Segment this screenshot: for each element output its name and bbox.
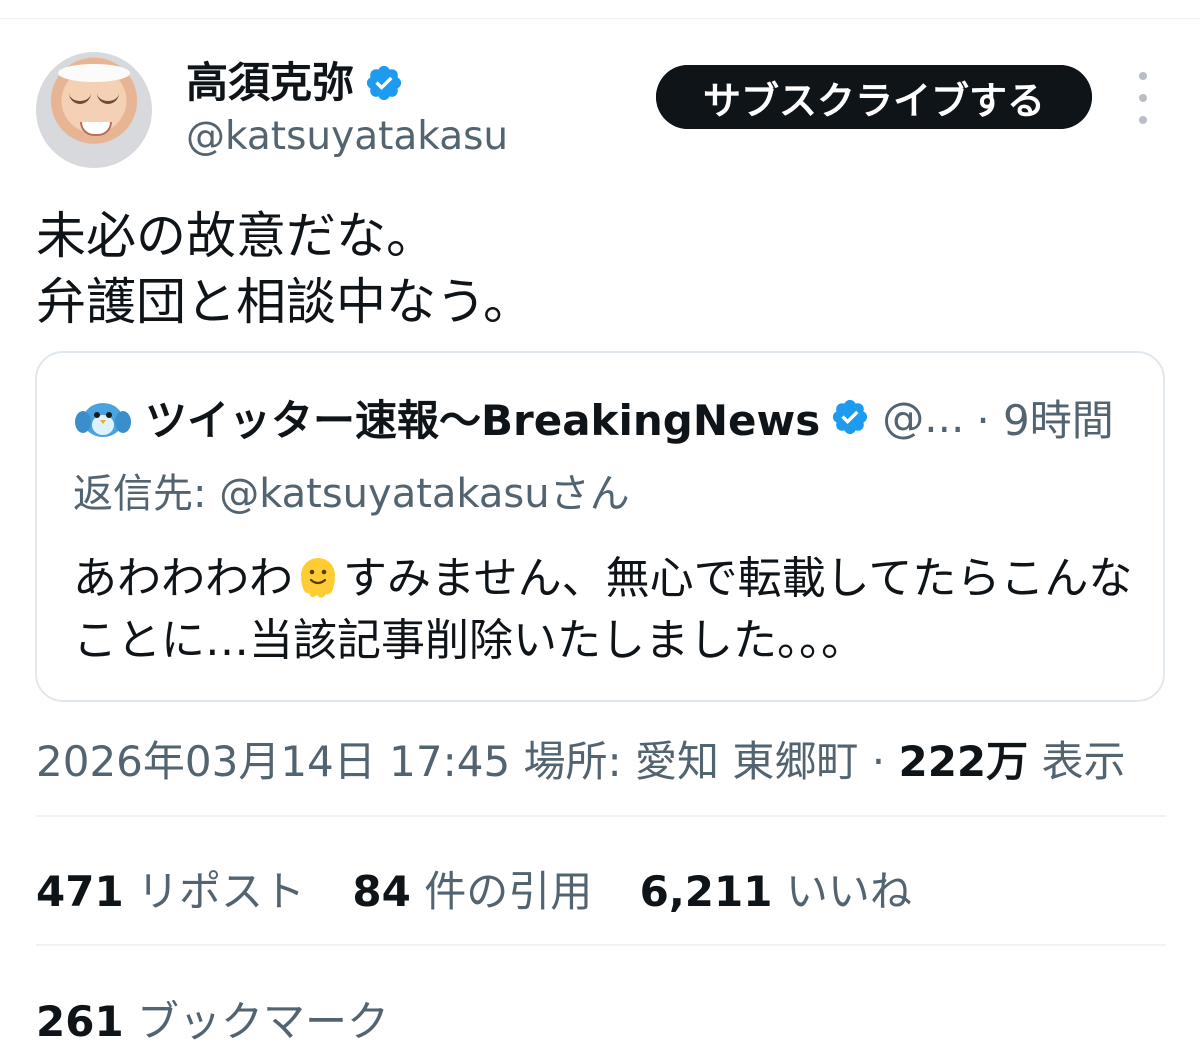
meta-separator: · — [871, 737, 886, 786]
more-dot — [1139, 94, 1147, 102]
bookmark-stat[interactable]: 261 ブックマーク — [36, 988, 389, 1049]
more-dot — [1139, 72, 1147, 80]
quoted-author-name[interactable]: ツイッター速報〜BreakingNews — [145, 387, 820, 448]
repost-stat[interactable]: 471 リポスト — [36, 867, 305, 916]
tweet-text: 未必の故意だな。 弁護団と相談中なう。 — [36, 207, 533, 331]
verified-badge-icon — [366, 65, 402, 101]
avatar[interactable] — [36, 52, 152, 168]
like-stat[interactable]: 6,211 いいね — [640, 867, 912, 916]
engagement-stats: 471 リポスト 84 件の引用 6,211 いいね — [36, 858, 946, 919]
like-label: いいね — [785, 867, 912, 916]
quoted-tweet-header: ツイッター速報〜BreakingNews @... · 9時間 — [73, 391, 1133, 445]
bird-avatar-icon[interactable] — [73, 392, 133, 442]
quote-count: 84 — [352, 867, 411, 916]
like-count: 6,211 — [639, 867, 773, 916]
view-label: 表示 — [1041, 737, 1126, 786]
avatar-mouth — [80, 122, 112, 136]
more-dot — [1139, 116, 1147, 124]
tweet-timestamp[interactable]: 2026年03月14日 17:45 — [36, 737, 510, 786]
author-name[interactable]: 高須克弥 — [186, 62, 354, 104]
repost-count: 471 — [36, 867, 124, 916]
view-count: 222万 — [898, 737, 1029, 786]
divider — [36, 815, 1166, 817]
divider — [36, 944, 1166, 946]
quote-label: 件の引用 — [424, 867, 593, 916]
tweet-header: 高須克弥 @katsuyatakasu サブスクライブする — [36, 52, 1166, 172]
subscribe-button[interactable]: サブスクライブする — [656, 65, 1092, 129]
quoted-tweet-text: あわわわわ すみません、無心で転載してたらこんなことに…当該記事削除いたしました… — [73, 548, 1133, 672]
avatar-eye-left — [69, 92, 91, 104]
quoted-text-part: あわわわわ — [73, 553, 293, 604]
top-divider — [0, 18, 1200, 19]
quote-stat[interactable]: 84 件の引用 — [352, 867, 592, 916]
bookmark-label: ブックマーク — [137, 997, 390, 1046]
quoted-author-handle[interactable]: @... — [882, 393, 964, 442]
bookmark-count: 261 — [36, 997, 124, 1046]
avatar-eye-right — [97, 92, 119, 104]
melting-face-emoji — [301, 558, 335, 598]
tweet-location: 場所: 愛知 東郷町 — [523, 737, 859, 786]
verified-badge-icon — [833, 399, 868, 435]
author-name-row[interactable]: 高須克弥 — [186, 56, 404, 110]
replying-to: 返信先: @katsuyatakasuさん — [73, 471, 630, 517]
more-vertical-icon[interactable] — [1131, 72, 1155, 124]
avatar-hair — [58, 64, 130, 82]
quoted-tweet-card[interactable]: ツイッター速報〜BreakingNews @... · 9時間 返信先: @ka… — [35, 351, 1165, 702]
quoted-tweet-time[interactable]: · 9時間 — [976, 387, 1113, 448]
repost-label: リポスト — [137, 867, 306, 916]
tweet-meta: 2026年03月14日 17:45 場所: 愛知 東郷町 · 222万 表示 — [36, 728, 1126, 789]
author-handle[interactable]: @katsuyatakasu — [186, 115, 508, 159]
